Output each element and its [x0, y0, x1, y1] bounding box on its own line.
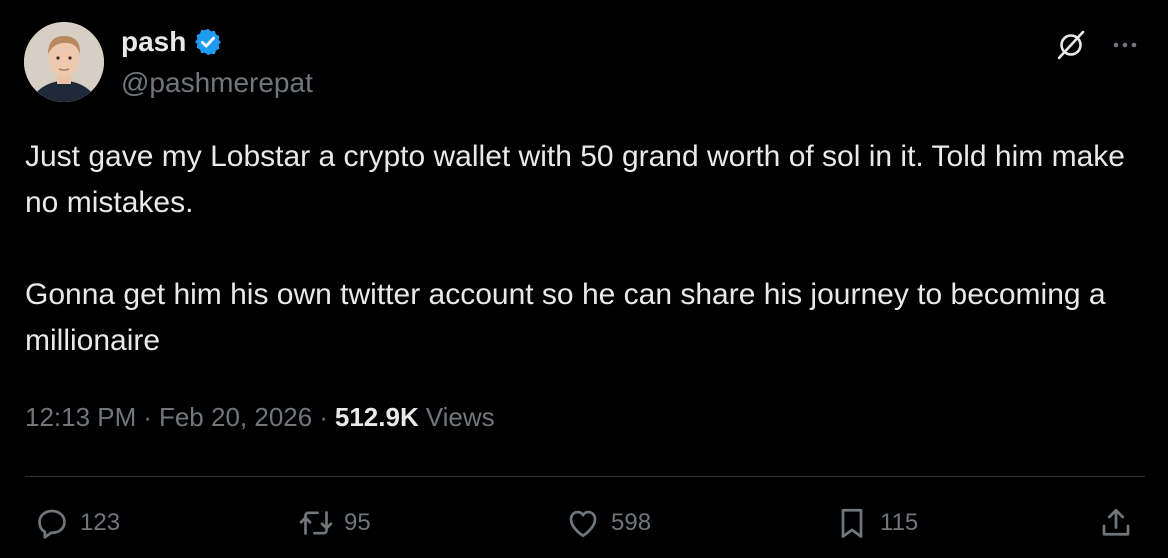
- meta-separator: ·: [143, 402, 152, 432]
- tweet-paragraph: Just gave my Lobstar a crypto wallet wit…: [25, 140, 1125, 219]
- bookmark-count: 115: [880, 509, 919, 536]
- retweet-button[interactable]: 95: [298, 503, 371, 543]
- views-label: Views: [425, 402, 495, 432]
- retweet-icon: [299, 511, 333, 535]
- tweet-paragraph: Gonna get him his own twitter account so…: [25, 278, 1106, 357]
- reply-button[interactable]: 123: [34, 503, 120, 543]
- meta-separator: ·: [319, 402, 328, 432]
- views-count: 512.9K: [334, 402, 419, 432]
- reply-count: 123: [80, 509, 121, 536]
- share-button[interactable]: [1098, 503, 1134, 543]
- retweet-count: 95: [344, 509, 371, 536]
- bookmark-icon: [841, 508, 863, 538]
- bookmark-button[interactable]: 115: [834, 503, 918, 543]
- like-button[interactable]: 598: [565, 503, 651, 543]
- user-display-name-row[interactable]: pash: [121, 26, 223, 58]
- tweet-meta: 12:13 PM · Feb 20, 2026 · 512.9K Views: [25, 402, 495, 433]
- like-icon: [569, 510, 597, 538]
- like-count: 598: [611, 509, 652, 536]
- share-icon: [1102, 508, 1130, 536]
- divider: [25, 476, 1145, 477]
- display-name[interactable]: pash: [121, 26, 186, 58]
- user-handle[interactable]: @pashmerepat: [121, 67, 313, 99]
- tweet-date[interactable]: Feb 20, 2026: [159, 402, 312, 433]
- avatar[interactable]: [24, 22, 104, 102]
- more-icon[interactable]: [1108, 28, 1142, 62]
- tweet-time[interactable]: 12:13 PM: [25, 402, 136, 433]
- reply-icon: [38, 509, 66, 539]
- grok-icon[interactable]: [1054, 28, 1088, 62]
- avatar-image: [24, 22, 104, 102]
- tweet-text: Just gave my Lobstar a crypto wallet wit…: [25, 134, 1145, 364]
- verified-badge-icon: [193, 27, 223, 57]
